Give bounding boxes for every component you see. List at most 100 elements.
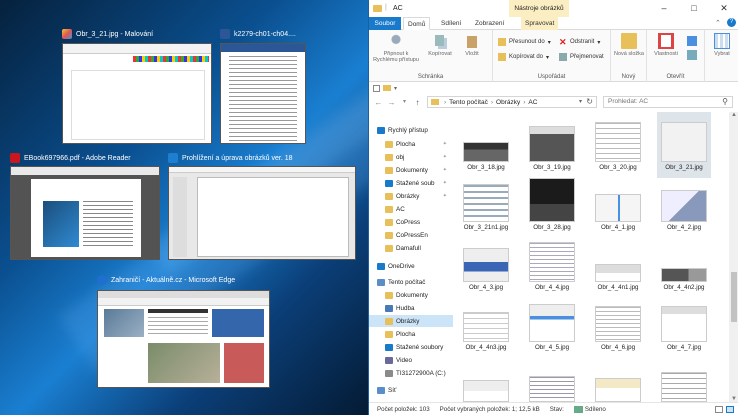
nav-item[interactable]: Obrázky (369, 315, 453, 327)
file-tile[interactable]: Obr_3_21n1.jpg (459, 172, 513, 238)
nav-item[interactable]: Rychlý přístup (369, 124, 453, 136)
file-thumbnail (661, 268, 707, 282)
up-arrow-icon[interactable]: ↑ (412, 97, 423, 108)
item-count: Počet položek: 103 (377, 405, 430, 413)
breadcrumb-item[interactable]: AC (528, 99, 537, 106)
vertical-scrollbar[interactable]: ▲ ▼ (729, 112, 738, 402)
delete-button[interactable]: ✕ Odstranit ▾ (559, 38, 600, 47)
refresh-icon[interactable]: ↻ (586, 97, 593, 106)
tab-view[interactable]: Zobrazení (471, 17, 508, 30)
details-view-icon[interactable] (715, 405, 723, 413)
search-placeholder: Prohledat: AC (608, 98, 649, 105)
nav-item[interactable]: TI31272900A (C:) (369, 367, 453, 379)
maximize-button[interactable]: □ (679, 0, 709, 17)
nav-item[interactable]: Síť (369, 384, 453, 396)
properties-button[interactable]: Vlastnosti (649, 33, 683, 57)
nav-item[interactable]: Plocha (369, 328, 453, 340)
nav-item-label: Damafull (396, 244, 421, 252)
ribbon-collapse-icon[interactable]: ⌃ (715, 19, 721, 27)
nav-item[interactable]: AC (369, 203, 453, 215)
window-thumbnail (220, 43, 306, 144)
nav-item[interactable]: Stažené soubory (369, 341, 453, 353)
file-tile[interactable]: Obr_4_7n1.jpg (459, 352, 513, 402)
nav-item[interactable]: obj ✦ (369, 151, 453, 163)
file-tile[interactable]: Obr_4_2.jpg (657, 172, 711, 238)
file-tile[interactable]: Obr_3_28.jpg (525, 172, 579, 238)
large-icons-view-icon[interactable] (726, 405, 734, 413)
file-tile[interactable]: Obr_3_21.jpg (657, 112, 711, 178)
file-name: Obr_3_19.jpg (533, 164, 571, 171)
file-name: Obr_4_4n2.jpg (663, 284, 705, 291)
scroll-thumb[interactable] (731, 272, 737, 322)
move-to-button[interactable]: Přesunout do ▾ (498, 38, 551, 46)
file-tile[interactable]: Obr_4_3.jpg (459, 232, 513, 298)
file-tile[interactable]: Obr_4_8n1.jpg (591, 352, 645, 402)
download-icon (385, 179, 393, 187)
tab-share[interactable]: Sdílení (437, 17, 465, 30)
tab-home[interactable]: Domů (403, 17, 431, 30)
file-tile[interactable]: Obr_4_4n3.jpg (459, 292, 513, 358)
paste-button[interactable]: Vložit (457, 33, 487, 57)
task-view-window-paint[interactable]: Obr_3_21.jpg - Malování (62, 26, 212, 144)
file-name: Obr_4_3.jpg (468, 284, 504, 291)
nav-item[interactable]: CoPress (369, 216, 453, 228)
edit-icon[interactable] (687, 50, 697, 60)
file-thumbnail (529, 242, 575, 282)
word-doc-icon (220, 29, 230, 39)
scroll-up-icon[interactable]: ▲ (731, 112, 737, 118)
address-bar[interactable]: › Tento počítač › Obrázky › AC ▾ ↻ (427, 96, 597, 108)
tab-manage[interactable]: Spravovat (521, 17, 559, 30)
task-view-window-document[interactable]: k2279-ch01-ch04.... (220, 26, 306, 144)
chevron-down-icon[interactable]: ▾ (399, 97, 410, 108)
task-view-window-pdf[interactable]: EBook697966.pdf - Adobe Reader (10, 150, 160, 265)
file-tile[interactable]: Obr_3_19.jpg (525, 112, 579, 178)
open-icon[interactable] (687, 36, 697, 46)
close-button[interactable]: ✕ (709, 0, 738, 17)
search-input[interactable]: Prohledat: AC ⚲ (603, 96, 733, 108)
file-tile[interactable]: Obr_4_4n2.jpg (657, 232, 711, 298)
address-dropdown-icon[interactable]: ▾ (579, 98, 582, 105)
file-tile[interactable]: Obr_3_20.jpg (591, 112, 645, 178)
file-tile[interactable]: Obr_4_5.jpg (525, 292, 579, 358)
rename-button[interactable]: Přejmenovat (559, 53, 604, 61)
nav-item[interactable]: Damafull (369, 242, 453, 254)
edge-icon (97, 275, 107, 285)
file-tile[interactable]: Obr_4_7.jpg (657, 292, 711, 358)
nav-item[interactable]: Video (369, 354, 453, 366)
file-tile[interactable]: Obr_4_4.jpg (525, 232, 579, 298)
file-tile[interactable]: Obr_4_9.jpg (657, 352, 711, 402)
cloud-icon (377, 262, 385, 270)
checkbox-icon[interactable] (373, 84, 380, 92)
nav-item[interactable]: OneDrive (369, 260, 453, 272)
file-tile[interactable]: Obr_4_8.jpg (525, 352, 579, 402)
file-tile[interactable]: Obr_4_4n1.jpg (591, 232, 645, 298)
new-folder-button[interactable]: Nová složka (613, 33, 645, 57)
nav-item[interactable]: CoPressEn (369, 229, 453, 241)
tab-file[interactable]: Soubor (369, 17, 401, 30)
folder-icon[interactable] (383, 85, 391, 91)
forward-arrow-icon[interactable]: → (386, 97, 397, 108)
nav-item[interactable]: Dokumenty ✦ (369, 164, 453, 176)
file-tile[interactable]: Obr_4_1.jpg (591, 172, 645, 238)
minimize-button[interactable]: – (649, 0, 679, 17)
nav-item[interactable]: Hudba (369, 302, 453, 314)
pin-quick-access-button[interactable]: Připnout k Rychlému přístupu (371, 33, 421, 63)
back-arrow-icon[interactable]: ← (373, 97, 384, 108)
nav-item[interactable]: Obrázky ✦ (369, 190, 453, 202)
select-button[interactable]: Vybrat (707, 33, 737, 57)
task-view-window-photo-viewer[interactable]: Prohlížení a úprava obrázků ver. 18 (168, 150, 358, 265)
nav-item[interactable]: Stažené soub ✦ (369, 177, 453, 189)
copy-button[interactable]: Kopírovat (425, 33, 455, 57)
chevron-down-icon[interactable]: ▾ (394, 85, 397, 92)
nav-item[interactable]: Plocha ✦ (369, 138, 453, 150)
file-tile[interactable]: Obr_3_18.jpg (459, 112, 513, 178)
breadcrumb-item[interactable]: Obrázky (496, 99, 520, 106)
copy-to-button[interactable]: Kopírovat do ▾ (498, 53, 549, 61)
nav-item[interactable]: Dokumenty (369, 289, 453, 301)
task-view-window-edge[interactable]: Zahraničí - Aktuálně.cz - Microsoft Edge (97, 272, 272, 390)
shared-icon (573, 405, 583, 413)
help-icon[interactable]: ? (727, 18, 736, 27)
breadcrumb-item[interactable]: Tento počítač (449, 99, 488, 106)
nav-item[interactable]: Tento počítač (369, 276, 453, 288)
file-tile[interactable]: Obr_4_6.jpg (591, 292, 645, 358)
